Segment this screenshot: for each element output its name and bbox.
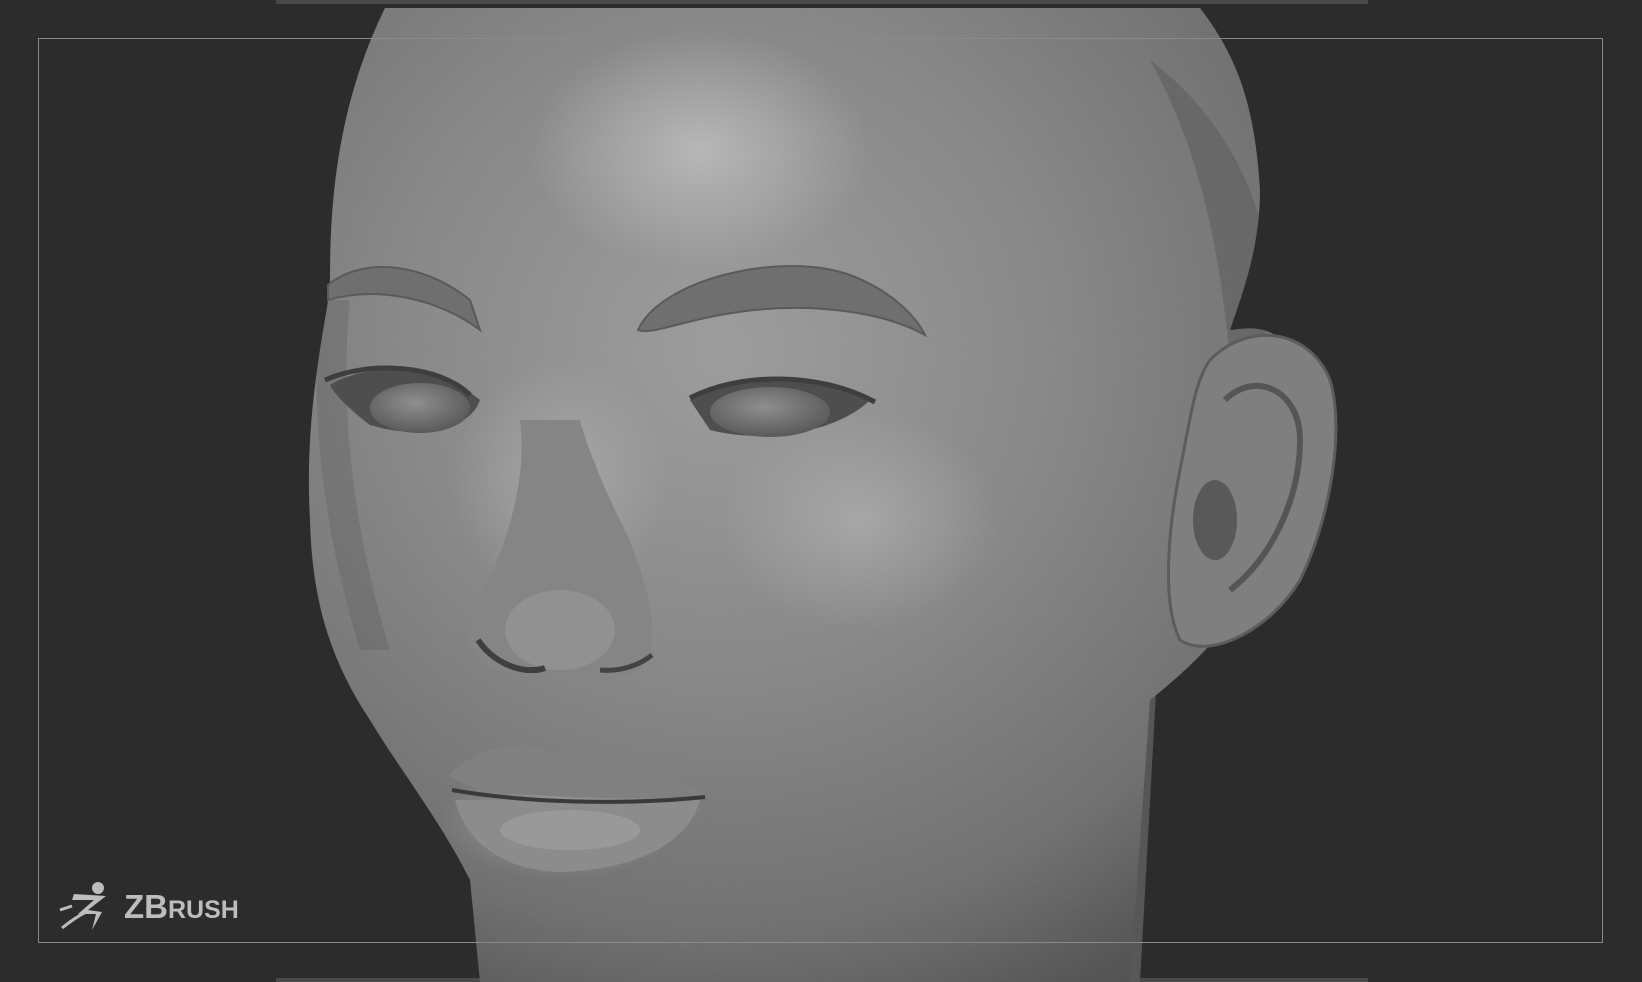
- zbrush-runner-icon: [59, 882, 106, 930]
- right-eyeball: [710, 387, 830, 437]
- zbrush-wordmark-rest: RUSH: [168, 895, 239, 924]
- zbrush-wordmark-initials: ZB: [124, 887, 168, 925]
- zbrush-wordmark: ZBRUSH: [124, 890, 239, 923]
- sculpt-viewport[interactable]: ZBRUSH: [0, 0, 1642, 982]
- left-eyeball: [370, 383, 470, 433]
- sculpted-head-render[interactable]: [0, 0, 1642, 982]
- zbrush-logo: ZBRUSH: [58, 880, 239, 932]
